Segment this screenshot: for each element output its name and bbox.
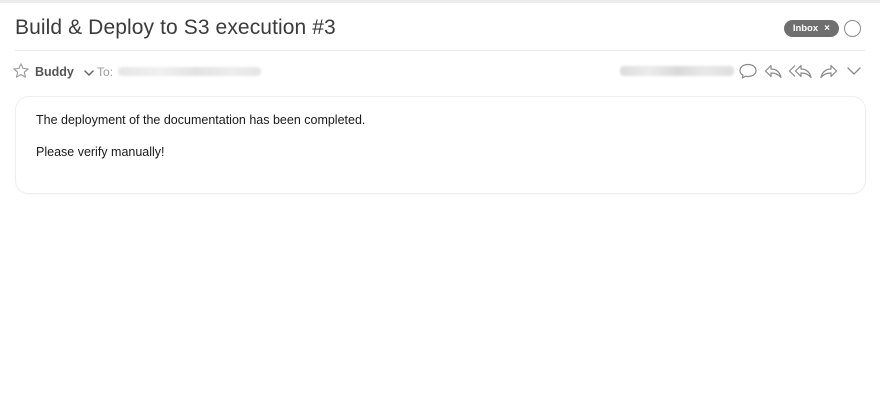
body-paragraph: Please verify manually!	[36, 145, 165, 159]
label-text: Inbox	[792, 23, 819, 34]
remove-label-button[interactable]: ×	[824, 20, 830, 37]
recipient-address-redacted	[118, 67, 261, 76]
message-actions	[737, 61, 864, 81]
to-label: To:	[97, 65, 114, 79]
sender-name[interactable]: Buddy	[35, 65, 74, 79]
message-body-card: The deployment of the documentation has …	[15, 96, 866, 194]
subject-bar: Build & Deploy to S3 execution #3 Inbox …	[15, 14, 865, 48]
header-divider	[15, 50, 865, 51]
comment-icon[interactable]	[737, 61, 758, 81]
read-status-circle-icon[interactable]	[844, 20, 861, 37]
message-subject: Build & Deploy to S3 execution #3	[15, 16, 336, 39]
body-paragraph: The deployment of the documentation has …	[36, 113, 366, 127]
reply-icon[interactable]	[762, 61, 783, 81]
reply-all-icon[interactable]	[787, 61, 814, 81]
message-date-redacted	[620, 66, 734, 76]
star-icon[interactable]	[12, 62, 30, 80]
message-meta-bar: Buddy To:	[12, 60, 866, 84]
sender-menu-chevron-down-icon[interactable]	[83, 66, 95, 78]
window-top-rule	[0, 0, 880, 3]
inbox-label-chip[interactable]: Inbox ×	[783, 20, 839, 37]
forward-icon[interactable]	[818, 61, 839, 81]
more-actions-chevron-down-icon[interactable]	[843, 61, 864, 81]
